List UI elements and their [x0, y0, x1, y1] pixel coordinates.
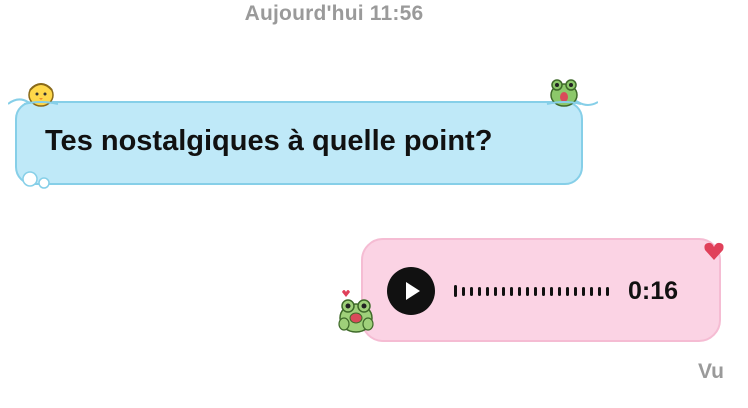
- frog-sticker-icon: [546, 79, 582, 107]
- heart-icon: [704, 242, 724, 260]
- play-button[interactable]: [387, 267, 435, 315]
- frog-sticker-icon: [338, 290, 374, 333]
- water-bubbles-icon: [22, 171, 50, 189]
- incoming-message-text: Tes nostalgiques à quelle point?: [45, 125, 493, 157]
- voice-message-duration: 0:16: [628, 277, 679, 305]
- play-icon: [406, 282, 420, 300]
- read-receipt: Vu: [697, 360, 724, 383]
- chick-sticker-icon: [24, 83, 58, 107]
- incoming-message-bubble[interactable]: Tes nostalgiques à quelle point?: [15, 101, 583, 185]
- conversation-timestamp: Aujourd'hui 11:56: [244, 2, 424, 25]
- audio-waveform[interactable]: [454, 284, 614, 298]
- outgoing-voice-message-bubble[interactable]: 0:16: [361, 238, 721, 342]
